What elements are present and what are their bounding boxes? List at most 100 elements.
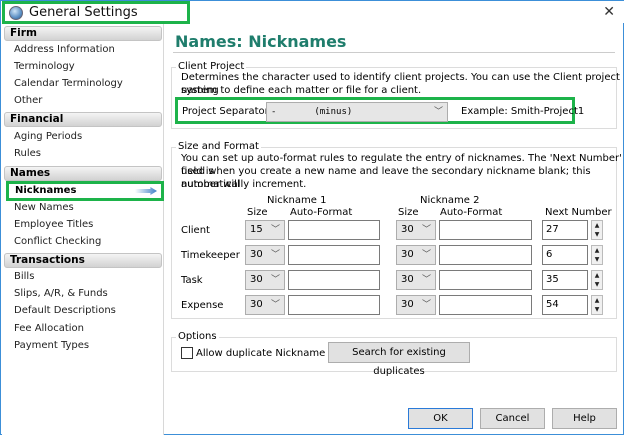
sidebar-item-terminology[interactable]: Terminology bbox=[14, 61, 75, 72]
row-label-expense: Expense bbox=[181, 300, 224, 311]
task-next-number-input[interactable]: 35 bbox=[542, 270, 588, 290]
sidebar-item-calendar-terminology[interactable]: Calendar Terminology bbox=[14, 78, 123, 89]
expense-nickname1-size-select[interactable]: 30 ﹀ bbox=[245, 295, 285, 315]
task-nickname2-autoformat-input[interactable] bbox=[439, 270, 532, 290]
options-label: Options bbox=[176, 331, 219, 342]
ok-button[interactable]: OK bbox=[408, 408, 473, 429]
chevron-down-icon: ﹀ bbox=[421, 275, 431, 285]
sidebar-item-address-information[interactable]: Address Information bbox=[14, 44, 115, 55]
size-value: 30 bbox=[250, 274, 263, 285]
expense-next-number-input[interactable]: 54 bbox=[542, 295, 588, 315]
task-next-number-spinner[interactable]: ▲ ▼ bbox=[591, 270, 603, 290]
sidebar-item-slips-ar-funds[interactable]: Slips, A/R, & Funds bbox=[14, 288, 108, 299]
size-value: 30 bbox=[401, 274, 414, 285]
section-names[interactable]: Names bbox=[4, 166, 162, 181]
size-value: 30 bbox=[401, 249, 414, 260]
size-value: 30 bbox=[250, 299, 263, 310]
client-nickname1-size-select[interactable]: 15 ﹀ bbox=[245, 220, 285, 240]
chevron-down-icon: ﹀ bbox=[270, 275, 280, 285]
task-nickname1-size-select[interactable]: 30 ﹀ bbox=[245, 270, 285, 290]
client-next-number-spinner[interactable]: ▲ ▼ bbox=[591, 220, 603, 240]
search-duplicates-button[interactable]: Search for existing duplicates bbox=[328, 342, 470, 377]
spin-down-icon[interactable]: ▼ bbox=[592, 305, 602, 314]
timekeeper-next-number-input[interactable]: 6 bbox=[542, 245, 588, 265]
sidebar-item-payment-types[interactable]: Payment Types bbox=[14, 340, 89, 351]
window-title: General Settings bbox=[2, 1, 190, 24]
selected-arrow-icon bbox=[135, 187, 157, 195]
timekeeper-nickname1-autoformat-input[interactable] bbox=[288, 245, 380, 265]
spin-down-icon[interactable]: ▼ bbox=[592, 255, 602, 264]
row-label-timekeeper: Timekeeper bbox=[181, 250, 240, 261]
project-separator-select[interactable]: - (minus) ﹀ bbox=[266, 102, 448, 122]
size1-header: Size bbox=[247, 207, 268, 218]
sidebar-item-label: Nicknames bbox=[15, 185, 77, 196]
settings-sidebar: Firm Address Information Terminology Cal… bbox=[2, 24, 164, 435]
row-label-client: Client bbox=[181, 225, 210, 236]
next-number-header: Next Number bbox=[545, 207, 612, 218]
sidebar-item-new-names[interactable]: New Names bbox=[14, 202, 74, 213]
client-nickname2-size-select[interactable]: 30 ﹀ bbox=[396, 220, 436, 240]
client-nickname2-autoformat-input[interactable] bbox=[439, 220, 532, 240]
size2-header: Size bbox=[398, 207, 419, 218]
expense-nickname2-autoformat-input[interactable] bbox=[439, 295, 532, 315]
sidebar-item-fee-allocation[interactable]: Fee Allocation bbox=[14, 323, 84, 334]
chevron-down-icon: ﹀ bbox=[270, 225, 280, 235]
sidebar-item-nicknames[interactable]: Nicknames bbox=[6, 181, 164, 201]
size-value: 15 bbox=[250, 224, 263, 235]
project-separator-label: Project Separator bbox=[182, 106, 269, 117]
row-label-task: Task bbox=[181, 275, 203, 286]
spin-down-icon[interactable]: ▼ bbox=[592, 280, 602, 289]
sidebar-item-default-descriptions[interactable]: Default Descriptions bbox=[14, 305, 116, 316]
spin-up-icon[interactable]: ▲ bbox=[592, 246, 602, 255]
sidebar-item-conflict-checking[interactable]: Conflict Checking bbox=[14, 236, 101, 247]
timekeeper-next-number-spinner[interactable]: ▲ ▼ bbox=[591, 245, 603, 265]
sidebar-item-rules[interactable]: Rules bbox=[14, 148, 41, 159]
project-separator-example: Example: Smith-Project1 bbox=[461, 106, 585, 117]
project-separator-value: - (minus) bbox=[271, 107, 353, 117]
size-value: 30 bbox=[401, 299, 414, 310]
expense-nickname1-autoformat-input[interactable] bbox=[288, 295, 380, 315]
close-icon[interactable]: ✕ bbox=[603, 4, 615, 20]
chevron-down-icon: ﹀ bbox=[433, 107, 443, 117]
size-value: 30 bbox=[250, 249, 263, 260]
chevron-down-icon: ﹀ bbox=[421, 300, 431, 310]
page-title: Names: Nicknames bbox=[175, 32, 347, 51]
task-nickname1-autoformat-input[interactable] bbox=[288, 270, 380, 290]
sidebar-item-other[interactable]: Other bbox=[14, 95, 42, 106]
section-firm[interactable]: Firm bbox=[4, 26, 162, 41]
section-financial[interactable]: Financial bbox=[4, 112, 162, 127]
timekeeper-nickname1-size-select[interactable]: 30 ﹀ bbox=[245, 245, 285, 265]
section-transactions[interactable]: Transactions bbox=[4, 253, 162, 268]
client-project-description-2: system to define each matter or file for… bbox=[181, 85, 422, 96]
spin-down-icon[interactable]: ▼ bbox=[592, 230, 602, 239]
timekeeper-nickname2-autoformat-input[interactable] bbox=[439, 245, 532, 265]
chevron-down-icon: ﹀ bbox=[421, 250, 431, 260]
allow-duplicate-label[interactable]: Allow duplicate Nickname 2 bbox=[196, 347, 335, 360]
general-settings-dialog: General Settings ✕ Firm Address Informat… bbox=[0, 0, 624, 435]
task-nickname2-size-select[interactable]: 30 ﹀ bbox=[396, 270, 436, 290]
expense-next-number-spinner[interactable]: ▲ ▼ bbox=[591, 295, 603, 315]
autoformat2-header: Auto-Format bbox=[440, 207, 503, 218]
help-button[interactable]: Help bbox=[552, 408, 617, 429]
chevron-down-icon: ﹀ bbox=[421, 225, 431, 235]
allow-duplicate-checkbox[interactable] bbox=[181, 347, 193, 359]
spin-up-icon[interactable]: ▲ bbox=[592, 296, 602, 305]
title-bar: General Settings ✕ bbox=[1, 1, 624, 24]
sidebar-item-employee-titles[interactable]: Employee Titles bbox=[14, 219, 93, 230]
spin-up-icon[interactable]: ▲ bbox=[592, 221, 602, 230]
client-nickname1-autoformat-input[interactable] bbox=[288, 220, 380, 240]
autoformat1-header: Auto-Format bbox=[290, 207, 353, 218]
cancel-button[interactable]: Cancel bbox=[480, 408, 545, 429]
spin-up-icon[interactable]: ▲ bbox=[592, 271, 602, 280]
chevron-down-icon: ﹀ bbox=[270, 250, 280, 260]
divider bbox=[173, 52, 615, 53]
sidebar-item-bills[interactable]: Bills bbox=[14, 271, 34, 282]
size-format-description-3: automatically increment. bbox=[181, 179, 307, 190]
window-title-text: General Settings bbox=[29, 5, 138, 20]
client-next-number-input[interactable]: 27 bbox=[542, 220, 588, 240]
size-value: 30 bbox=[401, 224, 414, 235]
expense-nickname2-size-select[interactable]: 30 ﹀ bbox=[396, 295, 436, 315]
sidebar-item-aging-periods[interactable]: Aging Periods bbox=[14, 131, 82, 142]
timekeeper-nickname2-size-select[interactable]: 30 ﹀ bbox=[396, 245, 436, 265]
chevron-down-icon: ﹀ bbox=[270, 300, 280, 310]
